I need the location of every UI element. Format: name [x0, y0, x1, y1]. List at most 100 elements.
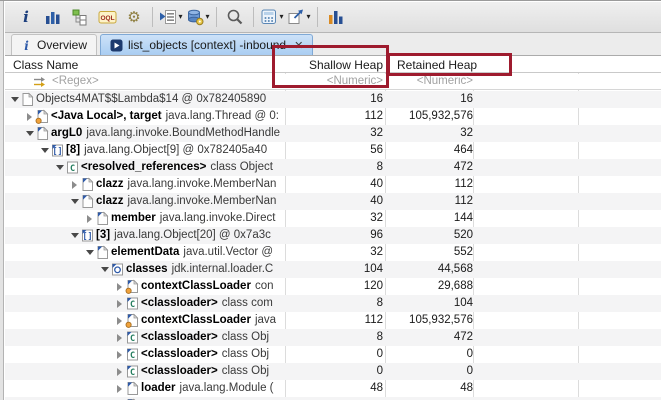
table-row[interactable]: [] [8] java.lang.Object[9] @ 0x782405a40… — [5, 142, 661, 159]
row-type-icon: C — [125, 296, 141, 311]
table-row[interactable]: C <classloader> class Obj 8 472 — [5, 329, 661, 346]
row-type-icon: C — [125, 347, 141, 362]
tab-overview[interactable]: i Overview — [11, 34, 98, 55]
oql-icon[interactable]: OQL — [94, 4, 120, 30]
field-name: clazz — [96, 178, 124, 190]
toolbar-separator — [317, 7, 318, 27]
expand-toggle-icon[interactable] — [84, 244, 95, 261]
annotation-box-shallow-heap — [272, 45, 389, 88]
class-name-cell: elementData java.util.Vector @ — [5, 244, 286, 261]
table-row[interactable]: <Java Local>, target java.lang.Thread @ … — [5, 108, 661, 125]
shallow-heap-value: 112 — [364, 110, 383, 122]
table-row[interactable]: C <classloader> class Obj 0 0 — [5, 363, 661, 380]
heap-gear-icon[interactable]: ▾ — [185, 4, 211, 30]
retained-heap-value: 112 — [454, 178, 473, 190]
expand-toggle-icon[interactable] — [114, 295, 125, 312]
expand-toggle-icon[interactable] — [69, 227, 80, 244]
field-name: loader — [141, 382, 176, 394]
table-row[interactable]: clazz java.lang.invoke.MemberNan 40 112 — [5, 193, 661, 210]
table-row[interactable]: clazz java.lang.invoke.MemberNan 40 112 — [5, 176, 661, 193]
expand-toggle-icon[interactable] — [114, 329, 125, 346]
table-row[interactable]: elementData java.util.Vector @ 32 552 — [5, 244, 661, 261]
class-name-cell: contextClassLoader java — [5, 312, 286, 329]
table-row[interactable]: argL0 java.lang.invoke.BoundMethodHandle… — [5, 125, 661, 142]
dropdown-arrow-icon[interactable]: ▾ — [306, 13, 310, 21]
gear-icon[interactable]: ⚙ — [121, 4, 147, 30]
class-description: java.lang.Object[20] @ 0x7a3c — [114, 229, 271, 241]
expand-toggle-icon[interactable] — [99, 261, 110, 278]
expand-toggle-icon[interactable] — [9, 91, 20, 108]
expand-toggle-icon[interactable] — [24, 125, 35, 142]
dropdown-arrow-icon[interactable]: ▾ — [205, 13, 209, 21]
query-menu-icon[interactable]: ▾ — [158, 4, 184, 30]
expand-toggle-icon[interactable] — [24, 108, 35, 125]
field-name: classes — [126, 263, 168, 275]
shallow-heap-value: 40 — [370, 178, 383, 190]
svg-text:[]: [] — [82, 232, 92, 242]
dropdown-arrow-icon[interactable]: ▾ — [279, 13, 283, 21]
field-name: <classloader> — [141, 365, 218, 377]
column-header-class-name[interactable]: Class Name — [13, 58, 78, 72]
row-type-icon: [] — [80, 228, 96, 243]
expand-toggle-icon[interactable] — [69, 193, 80, 210]
export-icon[interactable]: ▾ — [286, 4, 312, 30]
expand-toggle-icon[interactable] — [69, 176, 80, 193]
class-name-filter-input[interactable]: <Regex> — [52, 75, 99, 87]
retained-heap-value: 44,568 — [437, 263, 473, 275]
table-row[interactable]: member java.lang.invoke.Direct 32 144 — [5, 210, 661, 227]
expand-toggle-icon[interactable] — [114, 278, 125, 295]
row-type-icon: C — [65, 160, 81, 175]
retained-heap-value: 105,932,576 — [409, 314, 473, 326]
table-row[interactable]: loader java.lang.Module ( 48 48 — [5, 380, 661, 397]
shallow-heap-value: 16 — [370, 93, 383, 105]
table-row[interactable]: C <classloader> class Obj 0 0 — [5, 346, 661, 363]
calculator-icon[interactable]: ▾ — [259, 4, 285, 30]
regex-filter-icon — [33, 76, 48, 91]
histogram-icon[interactable] — [40, 4, 66, 30]
retained-heap-filter-input[interactable]: <Numeric> — [376, 75, 473, 87]
tab-label: list_objects [context] -inbound — [128, 38, 287, 52]
expand-toggle-icon[interactable] — [84, 210, 95, 227]
row-type-icon: C — [125, 330, 141, 345]
shallow-heap-value: 8 — [376, 331, 383, 343]
shallow-heap-value: 112 — [364, 314, 383, 326]
dominator-tree-icon[interactable] — [67, 4, 93, 30]
table-row[interactable]: C <resolved_references> class Object 8 4… — [5, 159, 661, 176]
field-name: elementData — [111, 246, 180, 258]
table-row[interactable]: contextClassLoader java 112 105,932,576 — [5, 312, 661, 329]
expand-toggle-icon[interactable] — [114, 312, 125, 329]
retained-heap-value: 472 — [453, 161, 473, 173]
svg-text:C: C — [130, 334, 135, 344]
class-description: java.lang.invoke.Direct — [159, 212, 276, 224]
class-description: java.lang.Object[9] @ 0x782405a40 — [84, 144, 268, 156]
search-icon[interactable] — [222, 4, 248, 30]
retained-heap-value: 0 — [466, 348, 473, 360]
dropdown-arrow-icon[interactable]: ▾ — [178, 13, 182, 21]
retained-heap-value: 29,688 — [437, 280, 473, 292]
view-sash[interactable] — [0, 1, 4, 400]
query-tab-icon — [110, 39, 123, 52]
info-icon[interactable]: i — [13, 4, 39, 30]
row-type-icon — [35, 126, 51, 141]
class-description: java.lang.invoke.BoundMethodHandle — [86, 127, 281, 139]
row-type-icon: [] — [50, 143, 66, 158]
class-description: java.lang.invoke.MemberNan — [127, 178, 277, 190]
expand-toggle-icon[interactable] — [54, 159, 65, 176]
expand-toggle-icon[interactable] — [114, 380, 125, 397]
class-description: java.util.Vector @ — [183, 246, 274, 258]
compare-icon[interactable] — [323, 4, 349, 30]
class-description: Objects4MAT$$Lambda$14 @ 0x782405890 — [36, 93, 267, 105]
expand-toggle-icon[interactable] — [114, 346, 125, 363]
expand-toggle-icon[interactable] — [39, 142, 50, 159]
table-row[interactable]: contextClassLoader con 120 29,688 — [5, 278, 661, 295]
table-row[interactable]: [] [3] java.lang.Object[20] @ 0x7a3c 96 … — [5, 227, 661, 244]
expand-toggle-icon[interactable] — [114, 363, 125, 380]
field-name: clazz — [96, 195, 124, 207]
class-description: java.lang.invoke.MemberNan — [127, 195, 277, 207]
table-row[interactable]: C <classloader> class com 8 104 — [5, 295, 661, 312]
table-row[interactable]: classes jdk.internal.loader.C 104 44,568 — [5, 261, 661, 278]
class-description: class Obj — [221, 365, 270, 377]
table-row[interactable]: Objects4MAT$$Lambda$14 @ 0x782405890 16 … — [5, 91, 661, 108]
class-description: class Obj — [221, 348, 270, 360]
field-name: <classloader> — [141, 348, 218, 360]
